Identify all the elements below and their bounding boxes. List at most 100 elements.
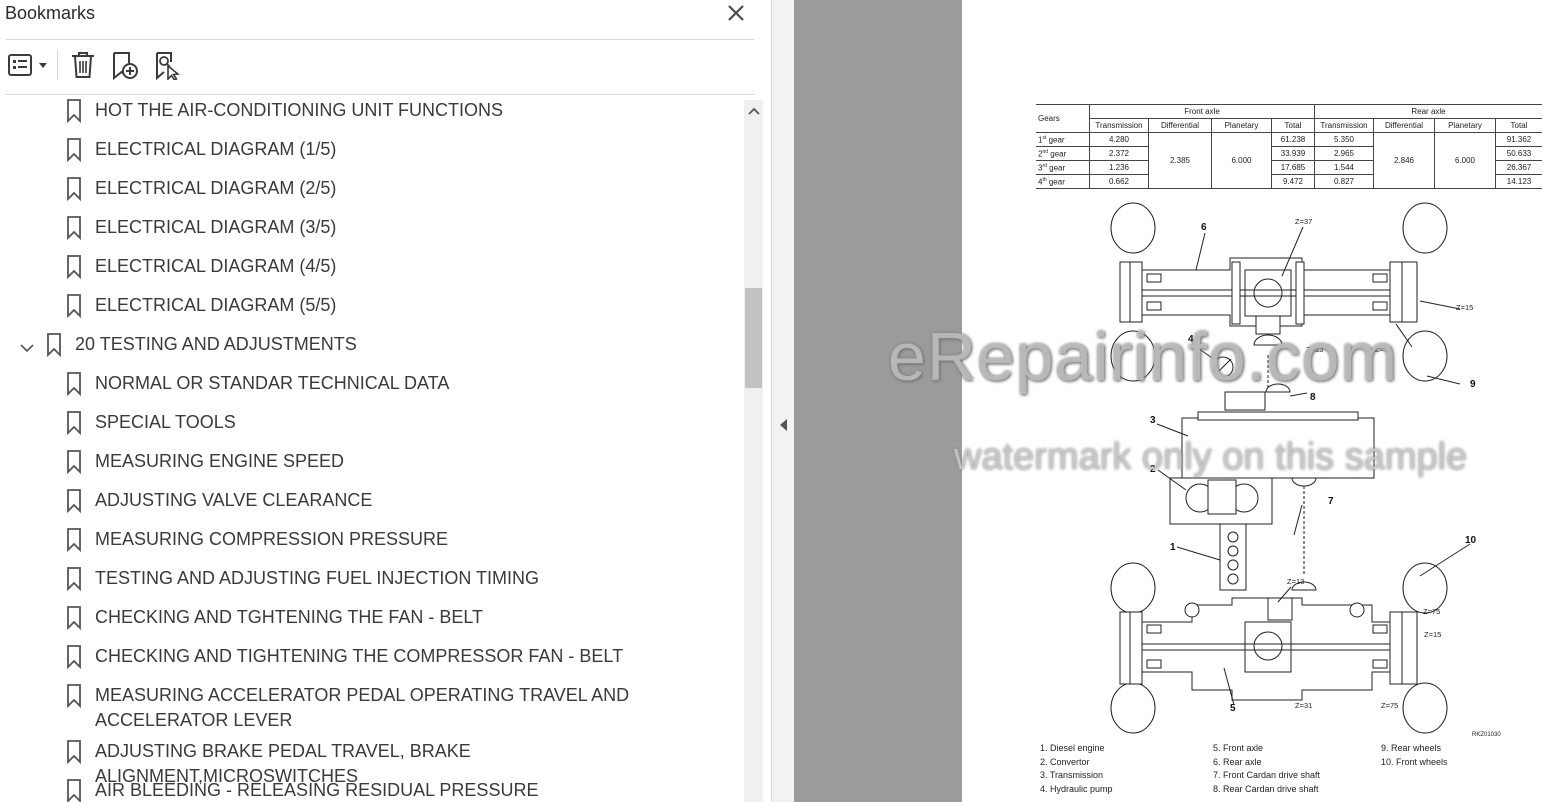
legend-item: 4. Hydraulic pump	[1040, 783, 1113, 794]
scroll-thumb[interactable]	[745, 288, 762, 388]
bookmark-scrollbar[interactable]	[744, 100, 763, 802]
bookmark-icon	[67, 177, 81, 201]
bookmark-item[interactable]: MEASURING ACCELERATOR PEDAL OPERATING TR…	[0, 680, 740, 736]
watermark-sub: watermark only on this sample	[954, 436, 1468, 478]
toolbar-separator	[57, 50, 58, 80]
legend-item: 7. Front Cardan drive shaft	[1213, 770, 1321, 781]
bookmark-label: MEASURING ACCELERATOR PEDAL OPERATING TR…	[95, 685, 630, 730]
bookmark-icon	[67, 450, 81, 474]
chevron-up-icon	[747, 107, 760, 115]
diagram-label: Z=75	[1381, 701, 1398, 710]
document-background	[794, 0, 962, 802]
diagram-label: 9	[1470, 379, 1476, 390]
bookmark-label: TESTING AND ADJUSTING FUEL INJECTION TIM…	[95, 568, 540, 588]
bookmark-label: ELECTRICAL DIAGRAM (5/5)	[95, 295, 337, 315]
triangle-left-icon	[780, 419, 787, 431]
bookmark-icon	[67, 606, 81, 630]
new-bookmark-button[interactable]	[107, 48, 141, 82]
legend-item: 8. Rear Cardan drive shaft	[1213, 783, 1319, 794]
bookmark-label: ELECTRICAL DIAGRAM (2/5)	[95, 178, 337, 198]
bookmark-item[interactable]: AIR BLEEDING - RELEASING RESIDUAL PRESSU…	[0, 775, 740, 802]
bookmark-label: ADJUSTING VALVE CLEARANCE	[95, 490, 373, 510]
bookmark-icon	[67, 528, 81, 552]
close-icon	[728, 5, 744, 21]
panel-splitter[interactable]	[772, 0, 794, 802]
close-panel-button[interactable]	[722, 0, 750, 26]
diagram-label: Z=13	[1287, 577, 1304, 586]
bookmark-item[interactable]: MEASURING COMPRESSION PRESSURE	[0, 524, 740, 563]
bookmark-item[interactable]: ELECTRICAL DIAGRAM (3/5)	[0, 212, 740, 251]
bookmark-item[interactable]: ELECTRICAL DIAGRAM (2/5)	[0, 173, 740, 212]
bookmark-label: NORMAL OR STANDAR TECHNICAL DATA	[95, 373, 450, 393]
legend-item: 1. Diesel engine	[1040, 743, 1105, 753]
bookmark-item[interactable]: ADJUSTING VALVE CLEARANCE	[0, 485, 740, 524]
bookmark-label: CHECKING AND TIGHTENING THE COMPRESSOR F…	[95, 646, 624, 666]
bookmark-icon	[67, 372, 81, 396]
bookmark-item[interactable]: CHECKING AND TGHTENING THE FAN - BELT	[0, 602, 740, 641]
bookmark-item[interactable]: HOT THE AIR-CONDITIONING UNIT FUNCTIONS	[0, 95, 740, 134]
bookmark-item[interactable]: NORMAL OR STANDAR TECHNICAL DATA	[0, 368, 740, 407]
bookmark-label: AIR BLEEDING - RELEASING RESIDUAL PRESSU…	[95, 780, 539, 800]
legend-item: 9. Rear wheels	[1381, 743, 1442, 753]
delete-bookmark-button[interactable]	[66, 48, 100, 82]
diagram-label: 10	[1465, 535, 1477, 546]
bookmark-icon	[67, 138, 81, 162]
legend-item: 6. Rear axle	[1213, 756, 1262, 767]
bookmark-label: CHECKING AND TGHTENING THE FAN - BELT	[95, 607, 484, 627]
legend-item: 10. Front wheels	[1381, 756, 1448, 767]
bookmark-item[interactable]: CHECKING AND TIGHTENING THE COMPRESSOR F…	[0, 641, 740, 680]
bookmark-tree: HOT THE AIR-CONDITIONING UNIT FUNCTIONS E…	[0, 95, 744, 802]
bookmark-icon	[67, 645, 81, 669]
bookmarks-panel: Bookmarks HOT THE AIR-CONDITIONING UNIT …	[0, 0, 772, 802]
bookmark-icon	[67, 779, 81, 802]
chevron-down-icon[interactable]	[20, 343, 34, 353]
legend-column-1: 1. Diesel engine 2. Convertor 3. Transmi…	[1040, 742, 1113, 796]
panel-header: Bookmarks	[0, 0, 771, 30]
diagram-label: Z=15	[1424, 630, 1441, 639]
bookmark-icon	[67, 684, 81, 708]
bookmark-icon	[67, 489, 81, 513]
new-bookmark-icon	[113, 52, 138, 80]
bookmark-label: SPECIAL TOOLS	[95, 412, 236, 432]
bookmark-icon	[67, 216, 81, 240]
bookmark-item[interactable]: ELECTRICAL DIAGRAM (4/5)	[0, 251, 740, 290]
diagram-label: 3	[1150, 415, 1156, 426]
bookmark-label: MEASURING COMPRESSION PRESSURE	[95, 529, 449, 549]
bookmark-icon	[47, 333, 61, 357]
bookmark-label: ELECTRICAL DIAGRAM (1/5)	[95, 139, 337, 159]
bookmark-item[interactable]: MEASURING ENGINE SPEED	[0, 446, 740, 485]
legend-column-2: 5. Front axle 6. Rear axle 7. Front Card…	[1213, 742, 1320, 796]
bookmark-item[interactable]: ELECTRICAL DIAGRAM (5/5)	[0, 290, 740, 329]
bookmark-label: MEASURING ENGINE SPEED	[95, 451, 345, 471]
watermark-main: eRepairinfo.com	[888, 319, 1399, 395]
bookmark-item[interactable]: 20 TESTING AND ADJUSTMENTS	[0, 329, 740, 368]
options-menu-button[interactable]	[4, 48, 50, 82]
bookmark-label: ELECTRICAL DIAGRAM (3/5)	[95, 217, 337, 237]
bookmark-item[interactable]: ADJUSTING BRAKE PEDAL TRAVEL, BRAKE ALIG…	[0, 736, 740, 786]
drivetrain-diagram: 6 4 8 3 2 7 1 10 9 5 Z=37 Z=15 Z=13 Z=75…	[1110, 202, 1501, 738]
legend-item: 5. Front axle	[1213, 743, 1264, 753]
bookmark-icon	[67, 411, 81, 435]
bookmark-icon	[67, 99, 81, 123]
bookmarks-toolbar	[0, 44, 771, 88]
bookmark-label: ELECTRICAL DIAGRAM (4/5)	[95, 256, 337, 276]
bookmark-item[interactable]: TESTING AND ADJUSTING FUEL INJECTION TIM…	[0, 563, 740, 602]
pdf-page: Gears Front axle Rear axle Transmission …	[962, 0, 1557, 802]
legend-item: 2. Convertor	[1040, 756, 1090, 767]
scroll-up-button[interactable]	[744, 100, 763, 122]
diagram-label: 6	[1201, 222, 1207, 233]
diagram-label: 5	[1230, 703, 1236, 714]
bookmark-icon	[67, 740, 81, 764]
find-current-bookmark-button[interactable]	[150, 48, 184, 82]
bookmark-icon	[67, 294, 81, 318]
bookmark-icon	[67, 255, 81, 279]
diagram-label: 7	[1328, 496, 1334, 507]
bookmark-item[interactable]: ELECTRICAL DIAGRAM (1/5)	[0, 134, 740, 173]
bookmark-icon	[67, 567, 81, 591]
collapse-panel-button[interactable]	[774, 415, 792, 435]
diagram-label: Z=75	[1423, 607, 1440, 616]
figure-code: RKZ01030	[1472, 732, 1501, 738]
panel-title: Bookmarks	[5, 3, 96, 23]
bookmark-item[interactable]: SPECIAL TOOLS	[0, 407, 740, 446]
list-options-icon	[8, 54, 47, 76]
